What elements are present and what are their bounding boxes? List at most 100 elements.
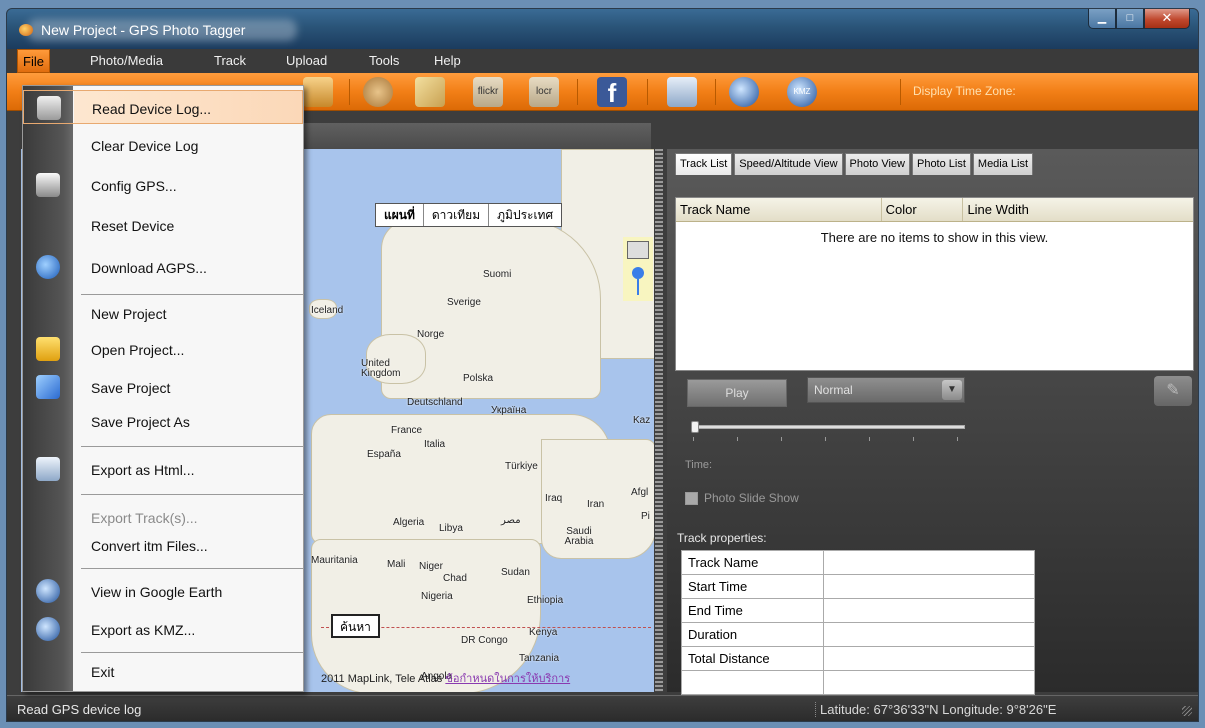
title-bar[interactable]: New Project - GPS Photo Tagger ▁ □ ✕ [7,9,1198,49]
clapper-icon[interactable] [627,241,649,259]
minimize-button[interactable]: ▁ [1088,9,1116,29]
menu-item-open-project[interactable]: Open Project... [23,332,303,366]
map-label: Suomi [483,269,512,280]
map-pin-icon[interactable] [632,267,644,279]
map-label: مصر [501,515,521,526]
map-label: Tanzania [519,653,560,664]
play-button[interactable]: Play [687,379,787,407]
panel-splitter[interactable] [655,149,663,692]
menu-item-save-project-as[interactable]: Save Project As [23,404,303,438]
app-window: New Project - GPS Photo Tagger ▁ □ ✕ Fil… [6,8,1199,722]
map-type-selector: แผนที่ ดาวเทียม ภูมิประเทศ [375,203,563,227]
menu-item-new-project[interactable]: New Project [23,296,303,330]
map-type-satellite[interactable]: ดาวเทียม [423,204,490,226]
menu-separator [81,568,303,569]
menu-separator [81,294,303,295]
map-label: Sverige [447,297,481,308]
menu-item-reset-device[interactable]: Reset Device [23,208,303,242]
folder-open-icon [36,337,60,361]
tab-photo-view[interactable]: Photo View [844,153,910,175]
menu-item-export-html[interactable]: Export as Html... [23,452,303,486]
right-panel: Track List Speed/Altitude View Photo Vie… [667,149,1198,695]
map-label: Mauritania [311,555,358,566]
col-line-width[interactable]: Line Wdith [963,198,1193,221]
menu-help[interactable]: Help [429,49,466,73]
speed-select[interactable]: Normal ▼ [807,377,965,403]
config-gps-icon [36,173,60,197]
menu-item-convert-itm[interactable]: Convert itm Files... [23,528,303,562]
menu-separator [81,446,303,447]
map-type-terrain[interactable]: ภูมิประเทศ [489,204,562,226]
menu-item-view-google-earth[interactable]: View in Google Earth [23,574,303,608]
menu-item-download-agps[interactable]: Download AGPS... [23,250,303,284]
menu-item-save-project[interactable]: Save Project [23,370,303,404]
map-label: Chad [443,573,467,584]
menu-tools[interactable]: Tools [364,49,404,73]
locr-icon[interactable]: locr [529,77,559,107]
prop-value [823,574,1035,599]
map-pin-icon [637,279,639,295]
window-title: New Project - GPS Photo Tagger [41,22,246,38]
chevron-down-icon[interactable]: ▼ [942,380,962,400]
menu-item-read-device-log[interactable]: Read Device Log... [23,90,303,124]
prop-value [823,622,1035,647]
toolbar-separator [577,79,578,105]
menu-item-label: View in Google Earth [91,584,223,600]
empty-list-message: There are no items to show in this view. [820,230,1049,245]
map-terms-link[interactable]: ข้อกำหนดในการให้บริการ [445,673,570,685]
timeline-slider[interactable] [691,421,965,433]
google-earth-icon[interactable] [729,77,759,107]
menu-item-clear-device-log[interactable]: Clear Device Log [23,128,303,162]
map-search-button[interactable]: ค้นหา [331,614,380,638]
menu-item-label: Download AGPS... [91,260,207,276]
menu-upload[interactable]: Upload [281,49,332,73]
col-color[interactable]: Color [882,198,964,221]
maximize-button[interactable]: □ [1116,9,1144,29]
map-label: Algeria [393,517,425,528]
edit-tool-icon[interactable]: ✎ [1154,376,1192,406]
html-export-icon[interactable] [667,77,697,107]
tab-track-list[interactable]: Track List [675,153,733,175]
resize-grip-icon[interactable] [1182,706,1192,716]
close-button[interactable]: ✕ [1144,9,1190,29]
slideshow-checkbox[interactable] [685,491,698,505]
photo-icon[interactable] [303,77,333,107]
map-label: Україна [491,405,527,416]
tab-speed-altitude[interactable]: Speed/Altitude View [734,153,843,175]
slider-handle[interactable] [691,421,699,433]
kmz-icon [36,617,60,641]
kmz-icon[interactable]: KMZ [787,77,817,107]
map-type-map[interactable]: แผนที่ [376,204,424,226]
map-label: Mali [387,559,406,570]
menu-item-label: New Project [91,306,167,322]
facebook-icon[interactable]: f [597,77,627,108]
menu-item-config-gps[interactable]: Config GPS... [23,168,303,202]
menu-file[interactable]: File [17,49,50,73]
menu-item-exit[interactable]: Exit [23,654,303,688]
track-list[interactable]: Track Name Color Line Wdith There are no… [675,197,1194,371]
flickr-icon[interactable]: flickr [473,77,503,107]
menu-item-label: Convert itm Files... [91,538,208,554]
map-photo-icon[interactable] [363,77,393,107]
menu-item-label: Clear Device Log [91,138,199,154]
table-row: End Time [681,598,1035,623]
toolbar-separator [715,79,716,105]
menu-separator [81,652,303,653]
tab-media-list[interactable]: Media List [972,153,1034,175]
table-row: Track Name [681,550,1035,575]
prop-value [823,670,1035,695]
toolbar-separator [900,79,901,105]
menu-track[interactable]: Track [209,49,251,73]
menu-item-export-kmz[interactable]: Export as KMZ... [23,612,303,646]
track-list-header: Track Name Color Line Wdith [676,198,1193,222]
menu-photo-media[interactable]: Photo/Media [85,49,168,73]
col-track-name[interactable]: Track Name [676,198,882,221]
prop-key: Track Name [681,550,824,575]
tab-photo-list[interactable]: Photo List [911,153,971,175]
menu-item-label: Open Project... [91,342,185,358]
menu-item-label: Save Project [91,380,171,396]
map-label: United Kingdom [361,358,401,379]
menu-item-label: Read Device Log... [92,101,212,117]
slideshow-option[interactable]: Photo Slide Show [685,491,799,505]
tag-pen-icon[interactable] [415,77,445,107]
